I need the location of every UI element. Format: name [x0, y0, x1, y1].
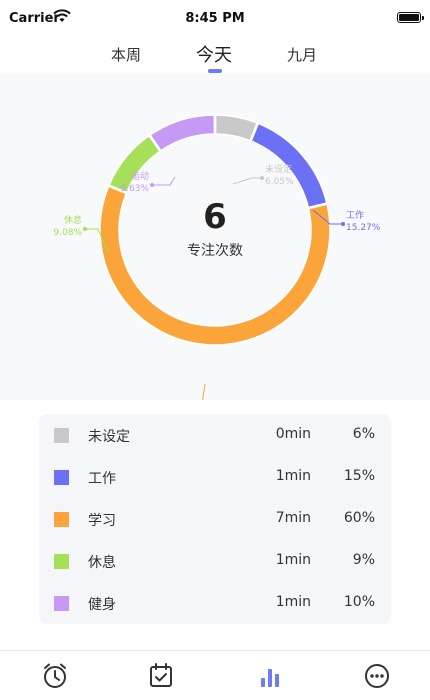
category-percent: 10%	[343, 594, 375, 610]
tab-indicator	[208, 69, 222, 73]
battery-icon	[397, 12, 424, 23]
legend-row: 工作 1min 15%	[39, 456, 391, 498]
focus-count: 6	[203, 197, 227, 237]
color-swatch	[54, 512, 69, 527]
clock-time: 8:45 PM	[185, 11, 245, 26]
category-time: 7min	[275, 510, 311, 526]
legend-row: 未设定 0min 6%	[39, 414, 391, 456]
category-name: 健身	[88, 597, 116, 613]
category-time: 1min	[275, 468, 311, 484]
color-swatch	[54, 554, 69, 569]
alarm-clock-icon[interactable]	[40, 661, 70, 691]
category-percent: 6%	[352, 426, 375, 442]
color-swatch	[54, 470, 69, 485]
category-time: 1min	[275, 594, 311, 610]
bar-chart-icon[interactable]	[255, 661, 285, 691]
label-dot	[150, 183, 154, 187]
label-dot	[260, 176, 264, 180]
color-swatch	[54, 596, 69, 611]
category-name: 工作	[88, 471, 116, 487]
category-name: 休息	[88, 555, 116, 571]
category-name: 学习	[88, 513, 116, 529]
legend-row: 健身 1min 10%	[39, 582, 391, 624]
category-time: 1min	[275, 552, 311, 568]
label-leader-line	[152, 176, 176, 186]
slice-label-percent: 9.63%	[120, 184, 149, 194]
label-leader-line	[232, 177, 262, 185]
donut-chart: 未设定6.05%工作15.27%学习59.97%休息9.08%运动9.63%	[53, 114, 381, 400]
label-leader-line	[202, 383, 206, 400]
category-name: 未设定	[88, 429, 130, 445]
donut-slice-0	[214, 114, 259, 142]
category-percent: 9%	[352, 552, 375, 568]
checklist-icon[interactable]	[146, 661, 176, 691]
tab-week[interactable]: 本周	[111, 44, 141, 65]
tab-month[interactable]: 九月	[287, 44, 317, 65]
category-percent: 15%	[343, 468, 375, 484]
chart-panel: 未设定6.05%工作15.27%学习59.97%休息9.08%运动9.63% 6…	[0, 74, 430, 400]
slice-label-name: 未设定	[265, 163, 292, 175]
tab-today[interactable]: 今天	[196, 41, 232, 67]
legend-row: 学习 7min 60%	[39, 498, 391, 540]
focus-count-label: 专注次数	[187, 243, 243, 259]
legend-row: 休息 1min 9%	[39, 540, 391, 582]
donut-slice-4	[149, 114, 216, 152]
category-legend: 未设定 0min 6% 工作 1min 15% 学习 7min 60% 休息 1…	[39, 414, 391, 624]
bottom-tab-bar	[0, 650, 430, 700]
color-swatch	[54, 428, 69, 443]
slice-label-percent: 6.05%	[265, 177, 294, 187]
category-time: 0min	[275, 426, 311, 442]
status-bar: Carrier 8:45 PM	[0, 0, 430, 36]
category-percent: 60%	[343, 510, 375, 526]
slice-label-name: 运动	[131, 171, 149, 182]
more-icon[interactable]	[362, 661, 392, 691]
